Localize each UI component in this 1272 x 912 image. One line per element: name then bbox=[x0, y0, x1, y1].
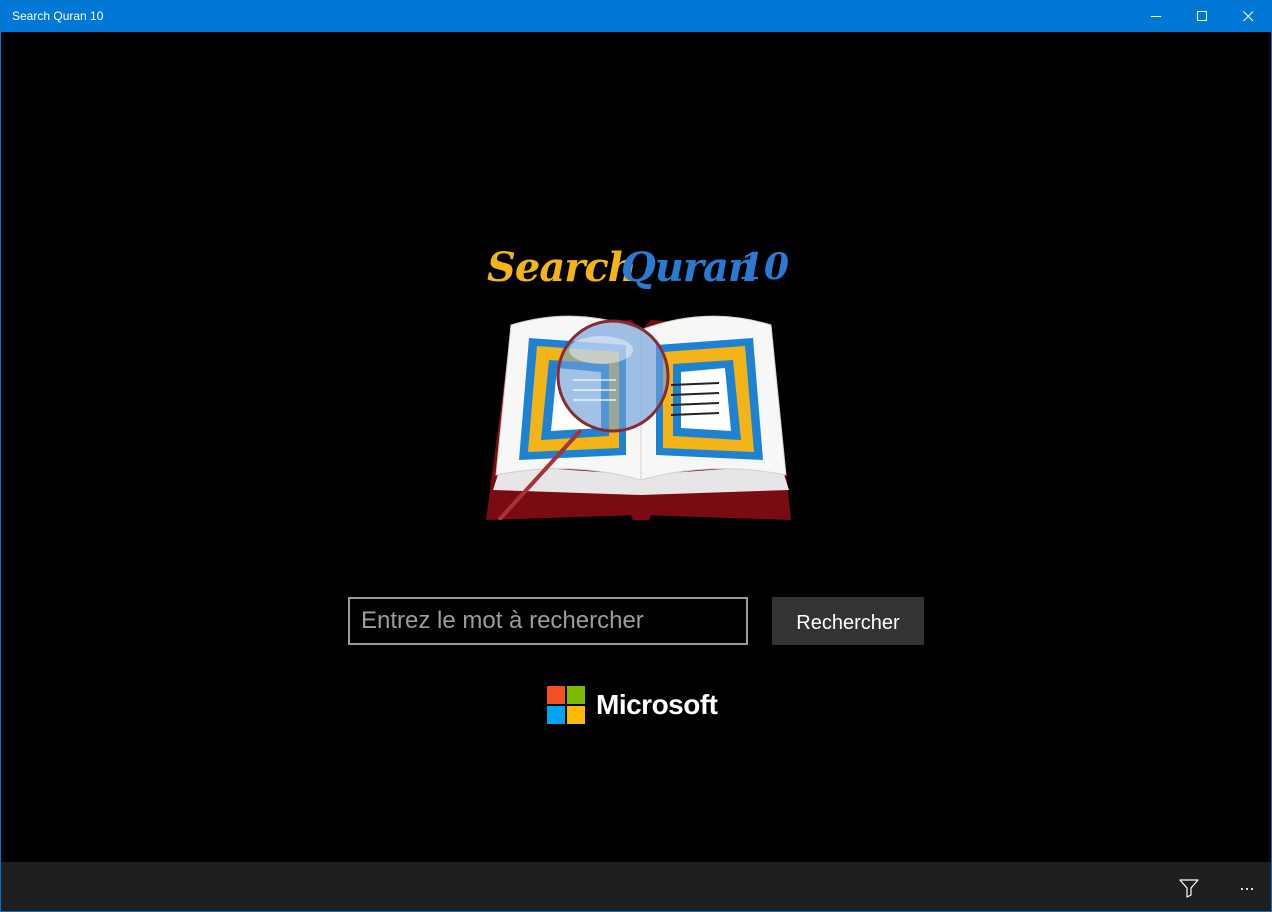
title-bar[interactable]: Search Quran 10 bbox=[1, 1, 1271, 32]
maximize-icon bbox=[1197, 11, 1207, 21]
search-button[interactable]: Rechercher bbox=[772, 597, 924, 645]
filter-icon bbox=[1179, 879, 1199, 898]
logo-word-number: 10 bbox=[739, 246, 790, 288]
microsoft-square-yellow bbox=[567, 706, 585, 724]
logo-word-search: Search bbox=[487, 244, 637, 291]
maximize-button[interactable] bbox=[1179, 1, 1225, 32]
main-content: Search Quran 10 Entrez le mot à recherch… bbox=[1, 32, 1271, 862]
window-title: Search Quran 10 bbox=[12, 9, 104, 23]
close-button[interactable] bbox=[1225, 1, 1271, 32]
microsoft-squares-icon bbox=[547, 686, 586, 725]
more-options-button[interactable]: ... bbox=[1227, 870, 1267, 904]
microsoft-square-blue bbox=[547, 706, 565, 724]
close-icon bbox=[1243, 11, 1254, 22]
microsoft-square-green bbox=[567, 686, 585, 704]
logo-title: Search Quran 10 bbox=[481, 222, 801, 292]
microsoft-wordmark: Microsoft bbox=[596, 689, 718, 720]
app-window: Search Quran 10 Search Quran 10 Entrez l… bbox=[0, 0, 1272, 912]
open-book-magnifier-icon bbox=[486, 315, 791, 520]
bottom-app-bar: ... bbox=[1, 862, 1271, 911]
app-logo: Search Quran 10 bbox=[481, 222, 801, 522]
minimize-icon bbox=[1151, 16, 1161, 17]
microsoft-logo: Microsoft bbox=[547, 686, 737, 726]
logo-word-quran: Quran bbox=[621, 244, 757, 291]
search-input[interactable] bbox=[348, 597, 748, 645]
minimize-button[interactable] bbox=[1133, 1, 1179, 32]
filter-button[interactable] bbox=[1169, 870, 1209, 904]
microsoft-square-red bbox=[547, 686, 565, 704]
